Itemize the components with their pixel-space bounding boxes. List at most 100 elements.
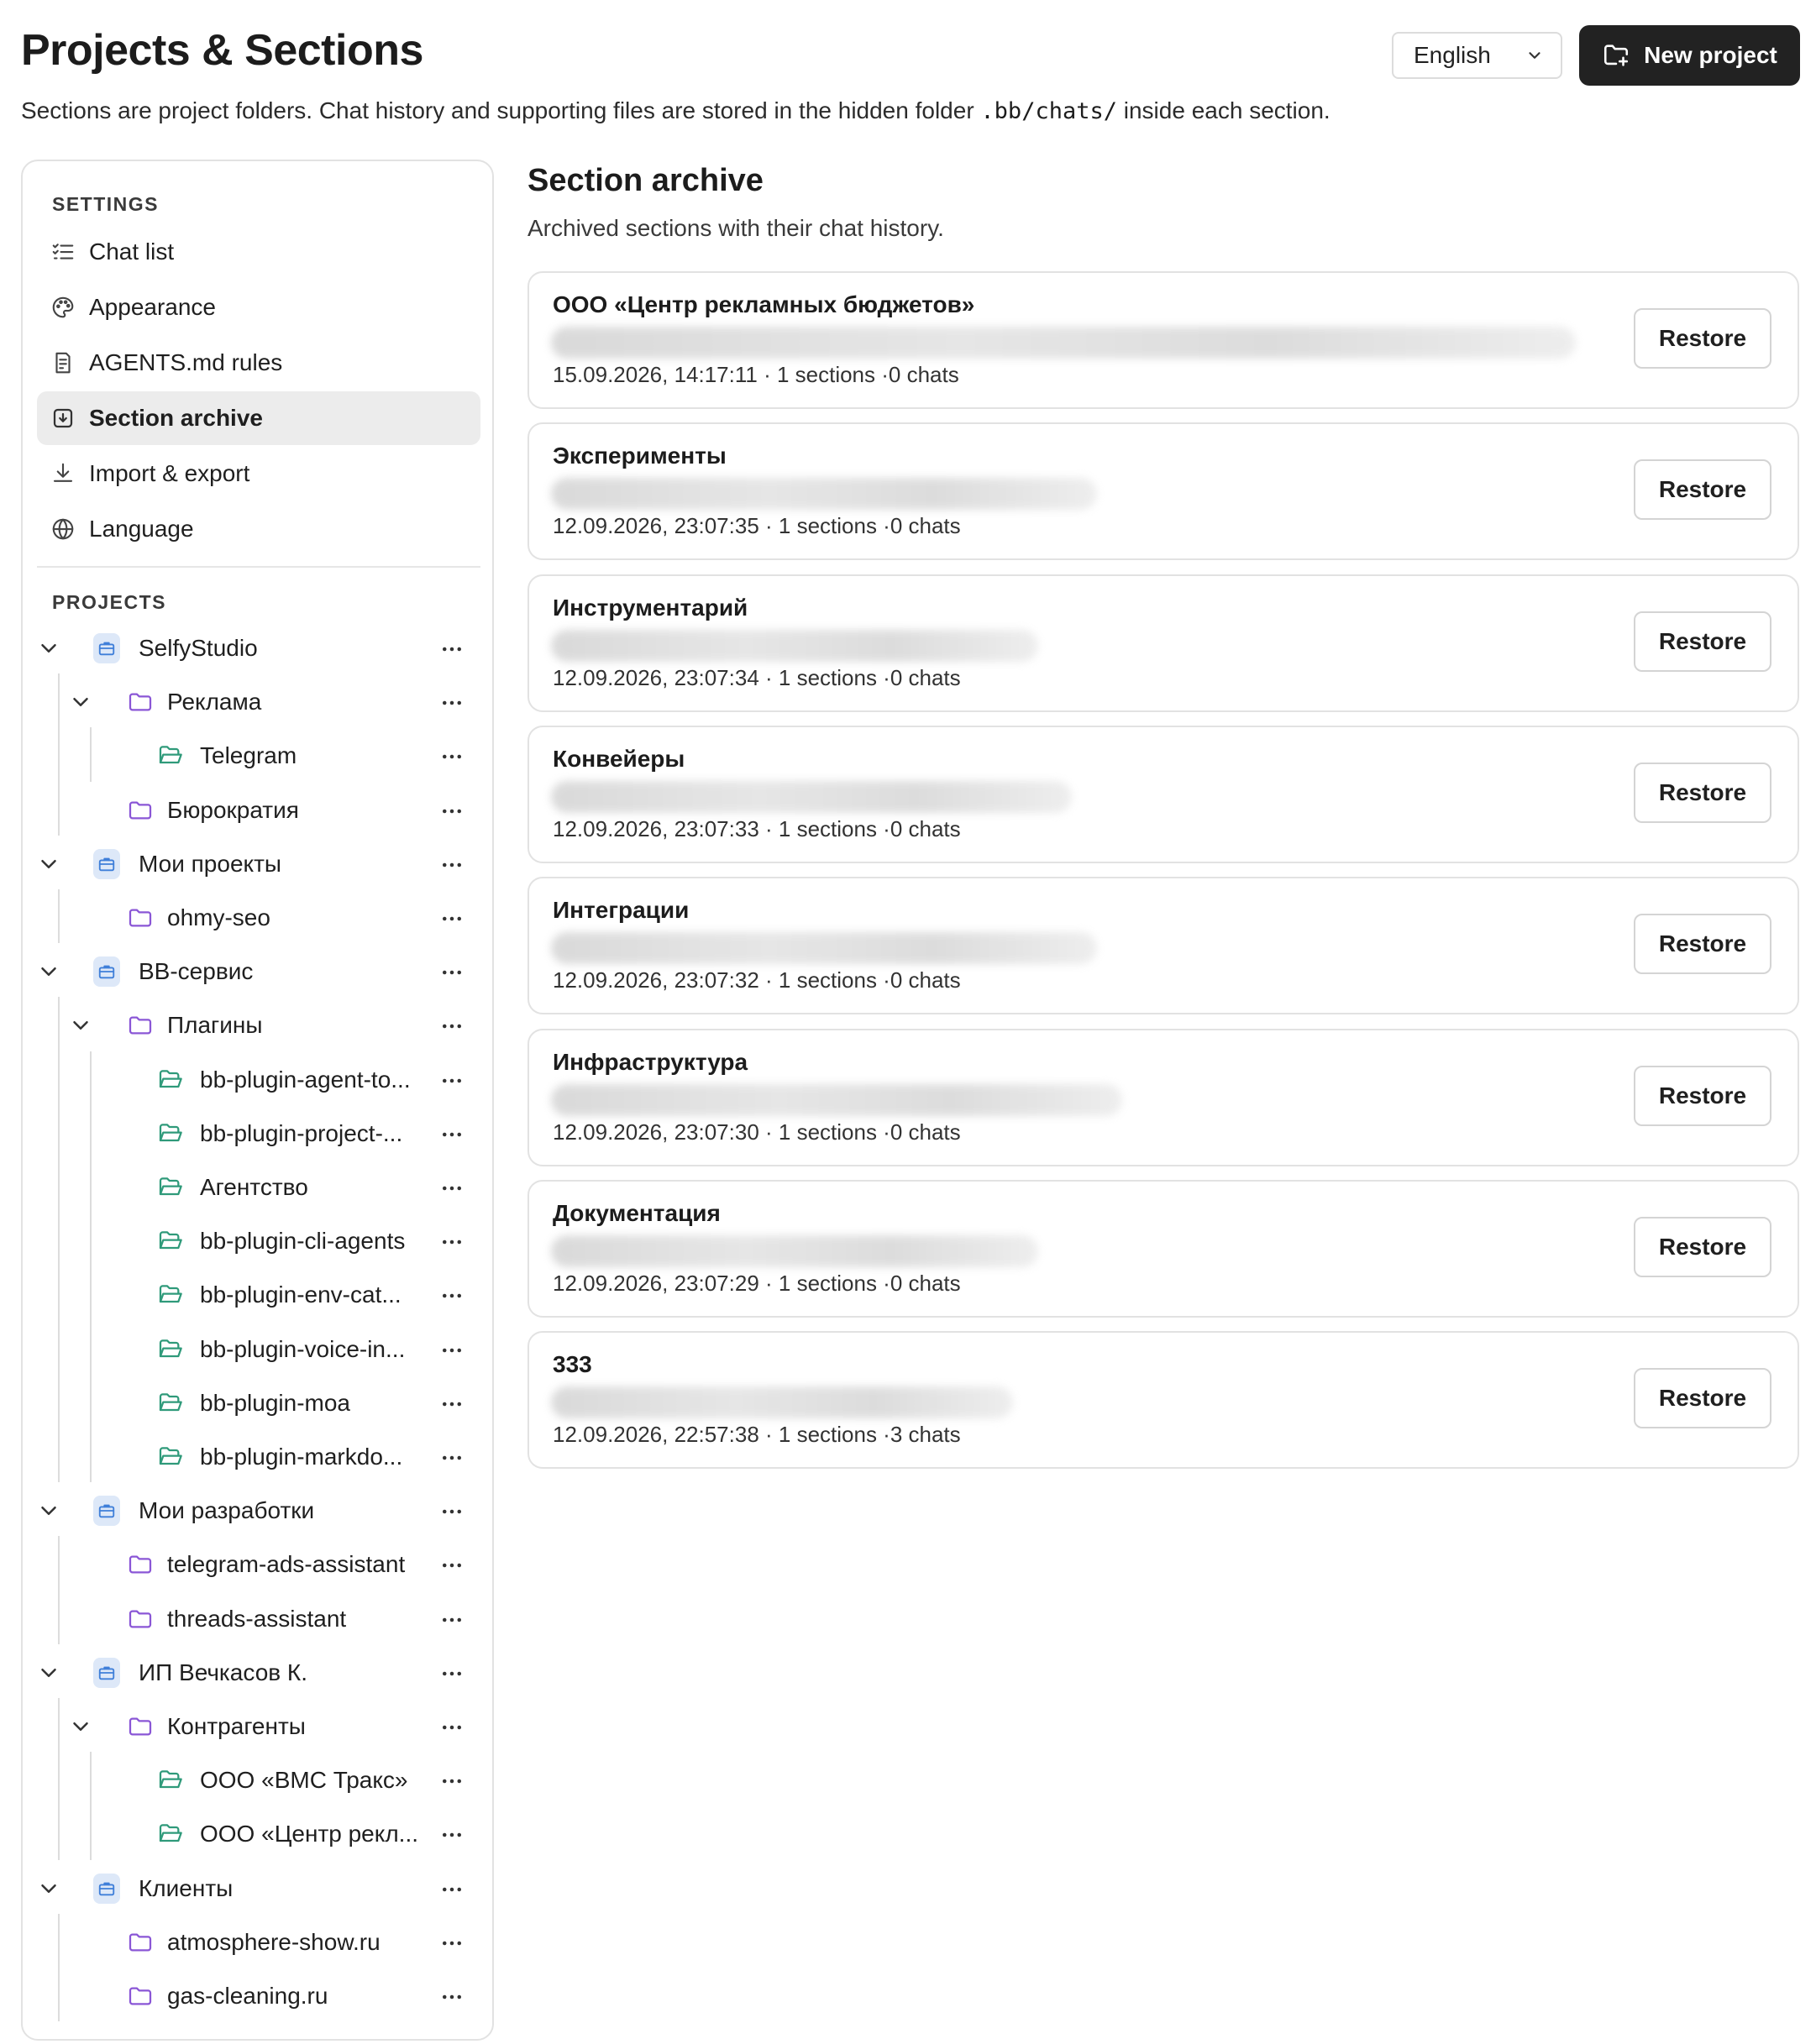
nav-item-import-export[interactable]: Import & export [37,447,480,501]
tree-item-label: BB-сервис [139,958,254,985]
more-options-icon[interactable] [439,1122,464,1147]
tree-item-folder[interactable]: Бюрократия [23,785,492,836]
tree-item-label: ohmy-seo [167,904,270,930]
tree-item-section[interactable]: ООО «ВМС Тракс» [23,1755,492,1806]
chevron-down-icon[interactable] [36,852,61,877]
more-options-icon[interactable] [439,1661,464,1686]
nav-item-chat-list[interactable]: Chat list [37,225,480,279]
restore-button[interactable]: Restore [1634,1065,1771,1126]
more-options-icon[interactable] [439,1445,464,1470]
more-options-icon[interactable] [439,1715,464,1740]
archive-card: Документация 12.09.2026, 23:07:29 · 1 sec… [527,1179,1799,1318]
more-options-icon[interactable] [439,1607,464,1633]
archive-card-title: 333 [553,1351,592,1378]
tree-item-label: Агентство [200,1174,308,1200]
tree-item-section[interactable]: bb-plugin-env-cat... [23,1270,492,1320]
more-options-icon[interactable] [439,852,464,878]
nav-item-agents-rules[interactable]: AGENTS.md rules [37,336,480,390]
more-options-icon[interactable] [439,1499,464,1524]
more-options-icon[interactable] [439,1229,464,1255]
more-options-icon[interactable] [439,1822,464,1847]
tree-item-folder[interactable]: Контрагенты [23,1701,492,1752]
restore-button[interactable]: Restore [1634,308,1771,369]
nav-item-language[interactable]: Language [37,502,480,556]
tree-item-section[interactable]: Агентство [23,1162,492,1213]
tree-item-folder[interactable]: telegram-ads-assistant [23,1539,492,1590]
palette-icon [50,295,76,320]
chevron-down-icon[interactable] [36,636,61,661]
restore-button[interactable]: Restore [1634,762,1771,823]
tree-item-section[interactable]: Telegram [23,731,492,781]
folder-open-icon [157,1821,184,1847]
tree-item-folder[interactable]: gas-cleaning.ru [23,1971,492,2021]
restore-button[interactable]: Restore [1634,611,1771,672]
tree-item-section[interactable]: bb-plugin-project-... [23,1108,492,1159]
tree-item-section[interactable]: ООО «Центр рекл... [23,1809,492,1859]
tree-item-folder[interactable]: threads-assistant [23,1594,492,1644]
archive-card: 333 12.09.2026, 22:57:38 · 1 sections ·3 … [527,1331,1799,1470]
tree-item-section[interactable]: bb-plugin-moa [23,1378,492,1428]
more-options-icon[interactable] [439,637,464,662]
download-icon [50,461,76,486]
more-options-icon[interactable] [439,1014,464,1039]
chevron-down-icon[interactable] [36,1498,61,1523]
tree-item-section[interactable]: bb-plugin-cli-agents [23,1216,492,1266]
tree-item-label: Клиенты [139,1874,234,1901]
chevron-down-icon[interactable] [36,959,61,984]
archive-card-meta: 12.09.2026, 23:07:33 · 1 sections ·0 cha… [553,815,961,841]
tree-item-section[interactable]: bb-plugin-markdo... [23,1432,492,1482]
tree-item-folder[interactable]: ohmy-seo [23,893,492,943]
more-options-icon[interactable] [439,1068,464,1093]
chevron-down-icon[interactable] [68,1013,93,1038]
tree-item-folder[interactable]: Плагины [23,1000,492,1051]
restore-button[interactable]: Restore [1634,459,1771,521]
chevron-down-icon[interactable] [68,1714,93,1739]
tree-item-project[interactable]: Клиенты [23,1863,492,1914]
nav-item-appearance[interactable]: Appearance [37,280,480,334]
more-options-icon[interactable] [439,744,464,769]
restore-button[interactable]: Restore [1634,914,1771,975]
tree-item-label: bb-plugin-moa [200,1389,350,1416]
tree-item-project[interactable]: ИП Вечкасов К. [23,1648,492,1698]
chevron-down-icon[interactable] [36,1876,61,1901]
chevron-down-icon[interactable] [36,1660,61,1685]
restore-button[interactable]: Restore [1634,1216,1771,1277]
tree-item-project[interactable]: BB-сервис [23,946,492,997]
restore-button[interactable]: Restore [1634,1368,1771,1429]
more-options-icon[interactable] [439,1931,464,1956]
section-archive-subtitle: Archived sections with their chat histor… [527,215,944,241]
tree-item-folder[interactable]: atmosphere-show.ru [23,1917,492,1968]
tree-item-project[interactable]: Мои разработки [23,1486,492,1536]
new-project-label: New project [1644,42,1777,68]
chats-folder-path: .bb/chats/ [980,98,1117,124]
tree-item-folder[interactable]: Реклама [23,677,492,727]
more-options-icon[interactable] [439,799,464,824]
more-options-icon[interactable] [439,1769,464,1794]
more-options-icon[interactable] [439,1984,464,2010]
folder-icon [127,904,154,931]
tree-item-section[interactable]: bb-plugin-agent-to... [23,1055,492,1105]
folder-plus-icon [1602,41,1630,70]
more-options-icon[interactable] [439,1283,464,1308]
tree-item-project[interactable]: Мои проекты [23,839,492,889]
tree-item-project[interactable]: SelfyStudio [23,623,492,673]
language-select[interactable]: English [1392,32,1562,79]
nav-item-section-archive[interactable]: Section archive [37,391,480,445]
archive-card-path-blurred [551,327,1576,359]
tree-guide-line [58,997,60,1483]
briefcase-icon [93,1657,120,1688]
more-options-icon[interactable] [439,1391,464,1417]
more-options-icon[interactable] [439,1877,464,1902]
more-options-icon[interactable] [439,1338,464,1363]
chevron-down-icon[interactable] [68,689,93,715]
new-project-button[interactable]: New project [1579,25,1800,86]
subtitle-text-end: inside each section. [1116,97,1331,123]
archive-card-title: Эксперименты [553,443,727,469]
more-options-icon[interactable] [439,906,464,931]
archive-card-path-blurred [551,932,1097,965]
more-options-icon[interactable] [439,960,464,985]
tree-item-section[interactable]: bb-plugin-voice-in... [23,1324,492,1375]
more-options-icon[interactable] [439,1176,464,1201]
more-options-icon[interactable] [439,1553,464,1578]
more-options-icon[interactable] [439,690,464,715]
